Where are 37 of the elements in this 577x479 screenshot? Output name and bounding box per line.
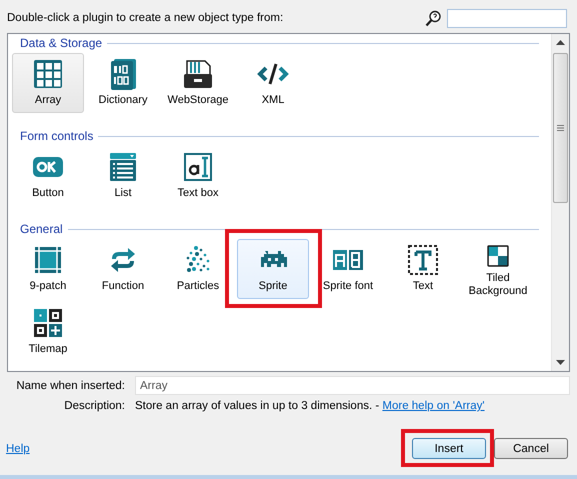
- plugin-item[interactable]: 9-patch: [12, 239, 84, 299]
- plugin-item[interactable]: WebStorage: [162, 53, 234, 113]
- description-label: Description:: [63, 400, 125, 412]
- search-icon: [425, 10, 441, 26]
- tile-squares-icon: [31, 306, 65, 340]
- group-heading: Form controls: [20, 129, 94, 143]
- plugin-item[interactable]: Tilemap: [12, 302, 84, 362]
- insert-button[interactable]: Insert: [412, 438, 486, 459]
- name-field[interactable]: Array: [135, 376, 570, 395]
- plugin-item[interactable]: Particles: [162, 239, 234, 299]
- scroll-thumb[interactable]: [553, 53, 568, 203]
- dashed-t-icon: [406, 243, 440, 277]
- vertical-scrollbar[interactable]: [551, 34, 569, 371]
- help-link[interactable]: More help on 'Array': [382, 400, 485, 412]
- field-label: Name when inserted:: [15, 380, 125, 392]
- plugin-item[interactable]: Tiled Background: [462, 239, 534, 299]
- grid-icon: [31, 57, 65, 91]
- plugin-item[interactable]: Button: [12, 146, 84, 206]
- help-link[interactable]: Help: [6, 442, 30, 454]
- scroll-down-icon[interactable]: [556, 360, 565, 365]
- plugin-item[interactable]: Array: [12, 53, 84, 113]
- plugin-item[interactable]: Dictionary: [87, 53, 159, 113]
- plugin-item[interactable]: Text box: [162, 146, 234, 206]
- group-heading: General: [20, 222, 63, 236]
- plugin-item[interactable]: XML: [237, 53, 309, 113]
- description-text: Store an array of values in up to 3 dimensions. - More help on 'Array': [135, 400, 486, 412]
- plugin-item[interactable]: List: [87, 146, 159, 206]
- search-field[interactable]: [447, 8, 567, 28]
- instruction-text: Double-click a plugin to create a new object type from:: [7, 12, 284, 24]
- plugin-item[interactable]: Text: [387, 239, 459, 299]
- plugin-item[interactable]: Sprite font: [312, 239, 384, 299]
- plugin-item[interactable]: Sprite: [237, 239, 309, 299]
- group-heading: Data & Storage: [20, 36, 102, 50]
- cancel-button[interactable]: Cancel: [494, 438, 568, 459]
- text-cursor-icon: [181, 150, 215, 184]
- scroll-up-icon[interactable]: [556, 40, 565, 45]
- plugin-item[interactable]: Function: [87, 239, 159, 299]
